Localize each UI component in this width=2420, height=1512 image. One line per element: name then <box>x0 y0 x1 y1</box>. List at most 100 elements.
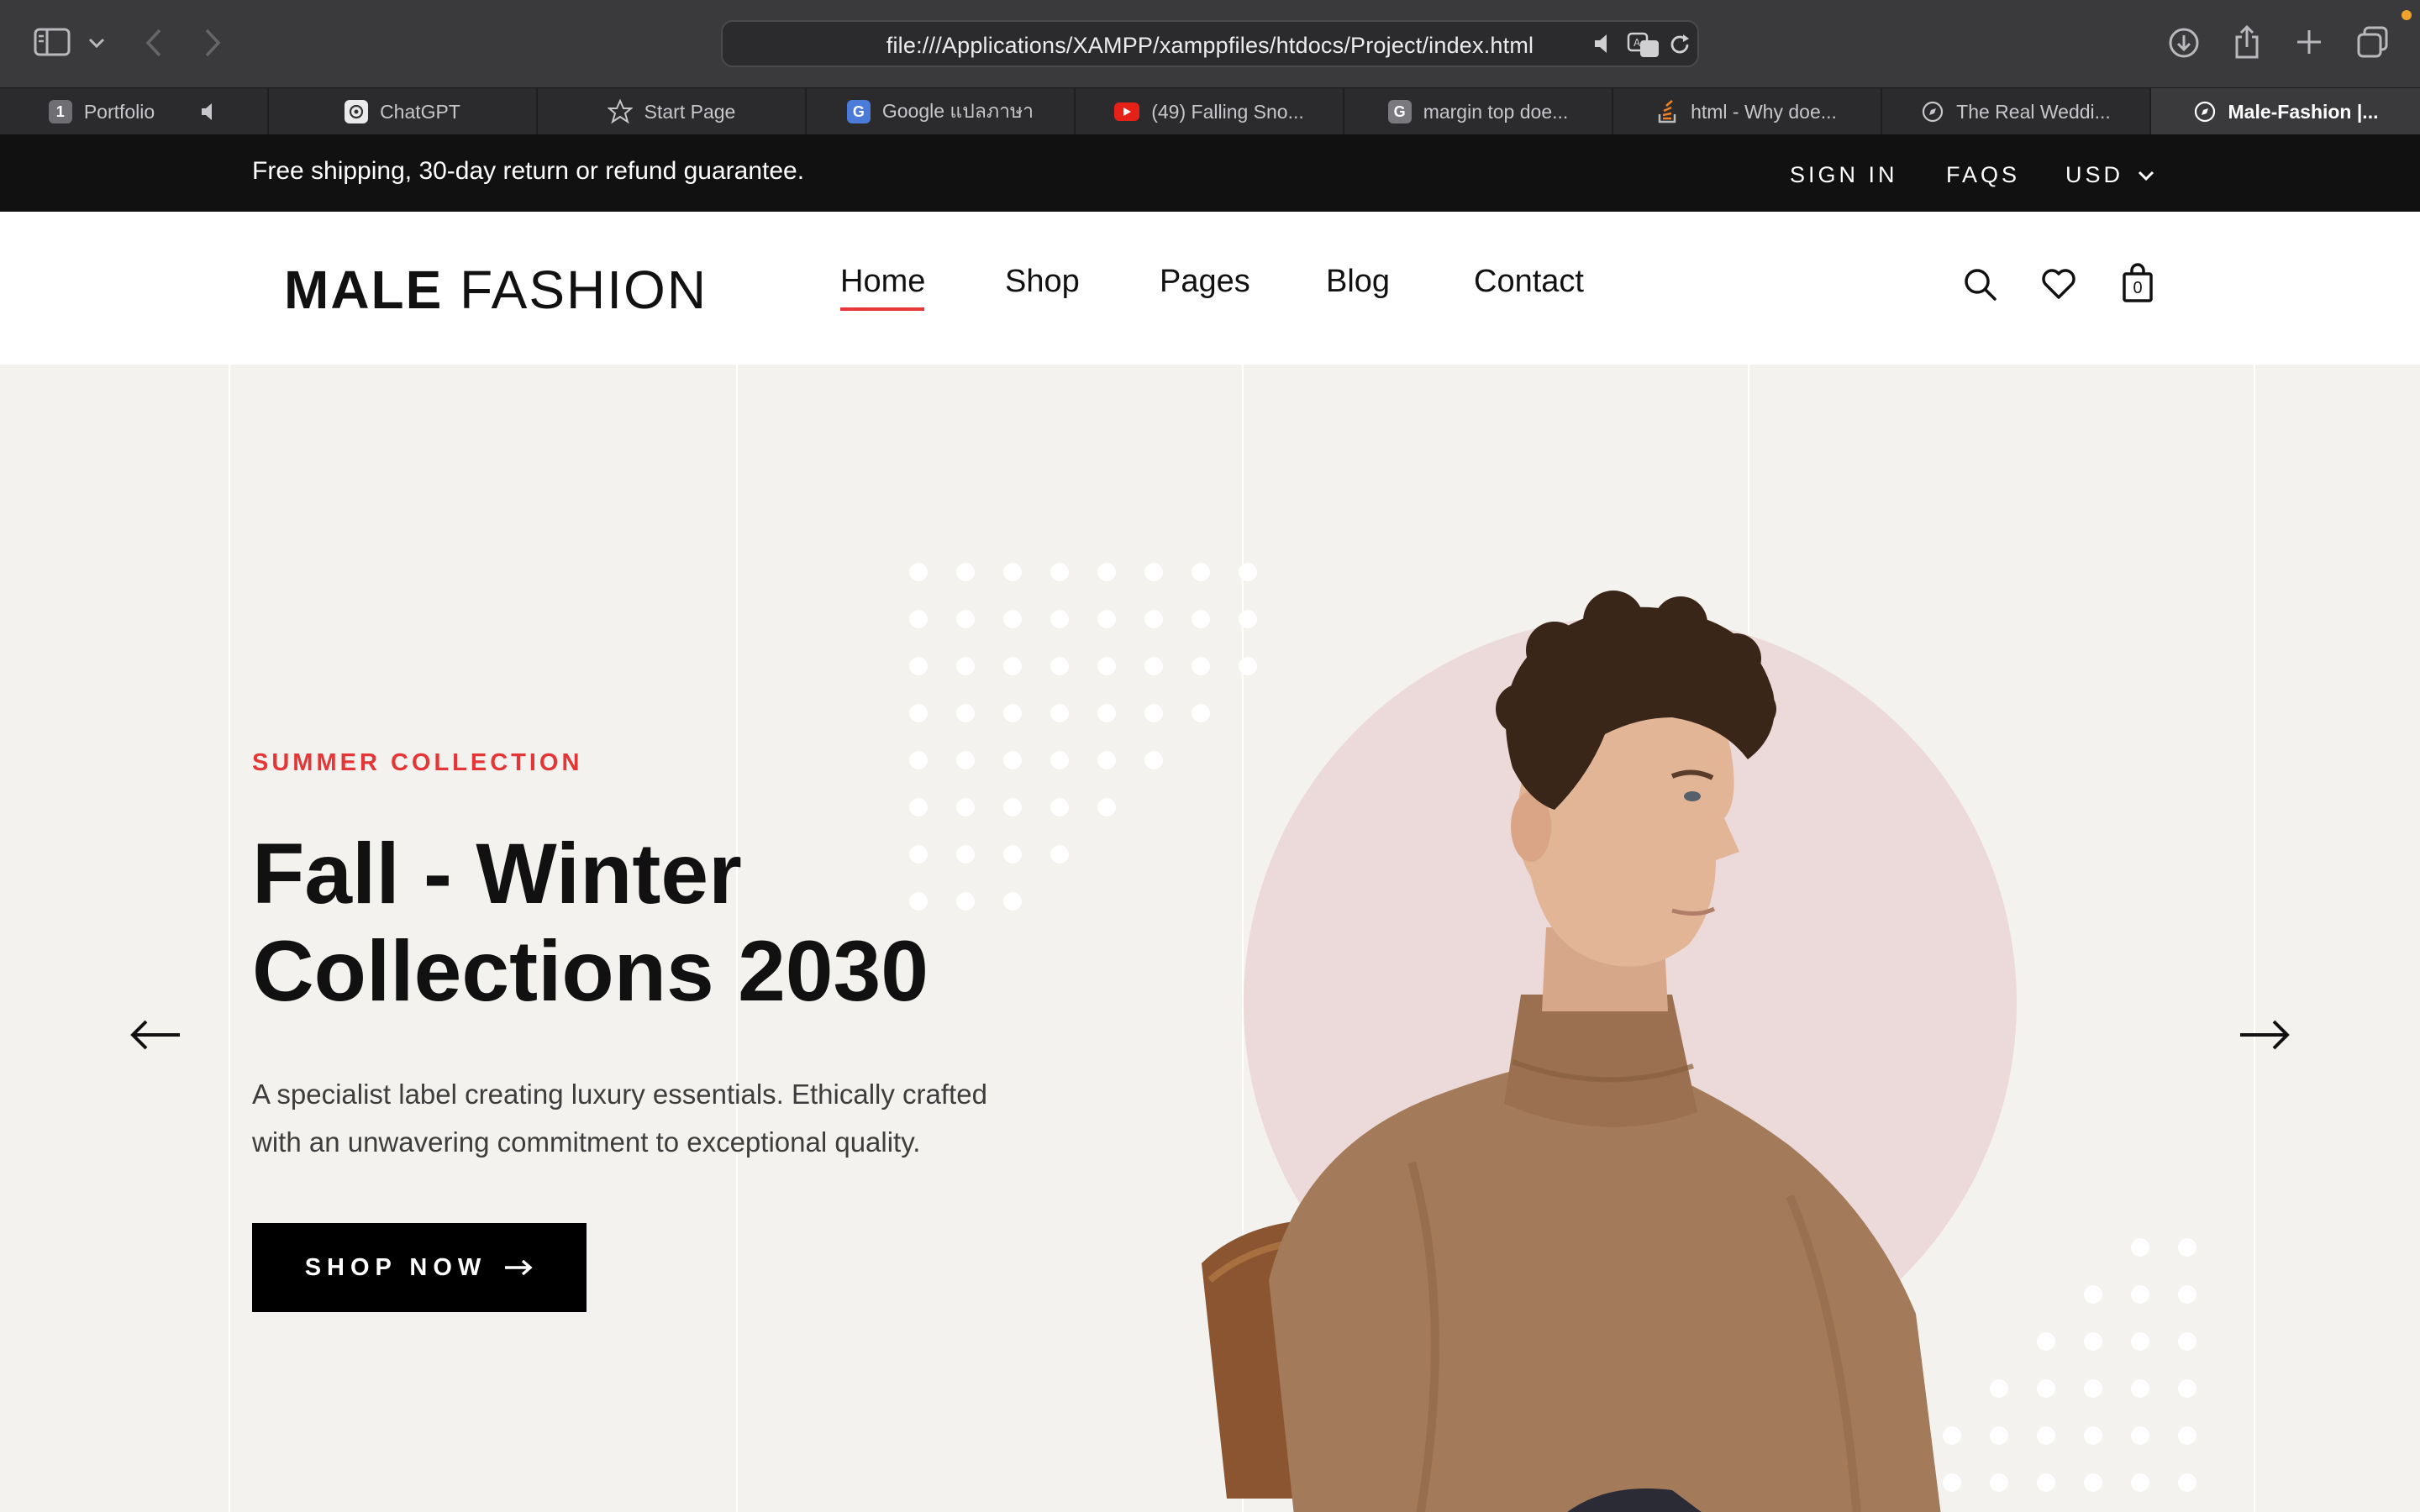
chevron-down-icon[interactable] <box>87 37 106 49</box>
tab-youtube[interactable]: (49) Falling Sno... <box>1076 88 1344 135</box>
decorative-dot <box>1003 610 1022 628</box>
tab-chatgpt[interactable]: ChatGPT <box>269 88 538 135</box>
tab-portfolio[interactable]: 1 Portfolio <box>0 88 269 135</box>
decorative-dot <box>1003 751 1022 769</box>
tab-strip: 1 Portfolio ChatGPT Start Page G Google … <box>0 87 2420 135</box>
shipping-message: Free shipping, 30-day return or refund g… <box>252 157 805 185</box>
hero-title-line-2: Collections 2030 <box>252 923 929 1019</box>
decorative-dot <box>1050 657 1069 675</box>
youtube-favicon-icon <box>1114 102 1140 121</box>
decorative-dot <box>909 798 928 816</box>
decorative-dot <box>2084 1285 2102 1304</box>
tab-start-page[interactable]: Start Page <box>538 88 807 135</box>
compass-icon <box>1923 101 1944 123</box>
tab-label: Male-Fashion |... <box>2228 100 2379 123</box>
cart-count: 0 <box>2133 279 2143 297</box>
chatgpt-favicon-icon <box>345 100 369 123</box>
model-image <box>1202 591 1941 1512</box>
decorative-dot <box>1144 563 1163 581</box>
decorative-dot <box>1003 563 1022 581</box>
downloads-icon[interactable] <box>2168 27 2200 59</box>
next-slide-arrow-icon[interactable] <box>2237 1018 2291 1052</box>
decorative-dot <box>1097 704 1116 722</box>
arrow-right-icon <box>505 1259 533 1276</box>
tab-stackoverflow[interactable]: html - Why doe... <box>1613 88 1882 135</box>
new-tab-icon[interactable] <box>2294 27 2324 57</box>
hero-slider: SUMMER COLLECTION Fall - Winter Collecti… <box>0 365 2420 1512</box>
decorative-dot <box>1050 751 1069 769</box>
url-text[interactable]: file:///Applications/XAMPP/xamppfiles/ht… <box>723 33 1697 59</box>
currency-label: USD <box>2065 162 2124 187</box>
tab-real-wedding[interactable]: The Real Weddi... <box>1882 88 2151 135</box>
tab-overview-icon[interactable] <box>2356 25 2390 59</box>
decorative-dot <box>1144 657 1163 675</box>
faqs-link[interactable]: FAQS <box>1946 162 2020 188</box>
decorative-dot <box>1097 657 1116 675</box>
hero-title: Fall - Winter Collections 2030 <box>252 825 1008 1020</box>
speaker-icon[interactable] <box>1593 32 1613 55</box>
forward-icon[interactable] <box>202 27 224 59</box>
decorative-dot <box>2084 1426 2102 1445</box>
site-header: MALE FASHION Home Shop Pages Blog Contac… <box>0 212 2420 365</box>
decorative-dot <box>1003 704 1022 722</box>
nav-home[interactable]: Home <box>840 264 925 300</box>
logo-light-text: FASHION <box>443 260 708 320</box>
decorative-dot <box>909 563 928 581</box>
back-icon[interactable] <box>143 27 165 59</box>
decorative-dot <box>2178 1426 2196 1445</box>
translate-icon[interactable]: A <box>1627 32 1660 59</box>
decorative-dot <box>1050 704 1069 722</box>
logo-bold-text: MALE <box>284 260 444 320</box>
sign-in-link[interactable]: SIGN IN <box>1790 162 1898 188</box>
decorative-dot <box>1097 610 1116 628</box>
decorative-dot <box>1050 563 1069 581</box>
decorative-dot <box>2131 1238 2149 1257</box>
decorative-dot <box>2131 1379 2149 1398</box>
decorative-dot <box>2178 1379 2196 1398</box>
nav-shop[interactable]: Shop <box>1005 264 1080 300</box>
search-icon[interactable] <box>1960 264 2000 304</box>
g-favicon-icon: G <box>1387 100 1412 123</box>
decorative-dot <box>1050 798 1069 816</box>
decorative-dot <box>956 751 975 769</box>
decorative-dot <box>1144 751 1163 769</box>
decorative-dot <box>909 704 928 722</box>
currency-select[interactable]: USD <box>2065 162 2155 188</box>
share-icon[interactable] <box>2232 24 2262 60</box>
address-bar[interactable]: file:///Applications/XAMPP/xamppfiles/ht… <box>721 20 1699 67</box>
nav-blog[interactable]: Blog <box>1326 264 1390 300</box>
announcement-bar: Free shipping, 30-day return or refund g… <box>0 134 2420 212</box>
grid-line <box>2254 365 2255 1512</box>
site-logo[interactable]: MALE FASHION <box>284 259 708 321</box>
grid-line <box>229 365 230 1512</box>
decorative-dot <box>956 657 975 675</box>
tab-label: html - Why doe... <box>1691 100 1837 123</box>
speaker-icon[interactable] <box>200 102 218 122</box>
decorative-dot <box>2131 1473 2149 1492</box>
active-nav-underline <box>840 307 924 311</box>
tab-google-translate[interactable]: G Google แปลภาษา <box>807 88 1076 135</box>
cart-button[interactable]: 0 <box>2118 262 2158 304</box>
sidebar-toggle-icon[interactable] <box>34 27 71 57</box>
tab-male-fashion[interactable]: Male-Fashion |... <box>2151 88 2420 135</box>
heart-icon[interactable] <box>2039 264 2079 304</box>
reload-icon[interactable] <box>1667 32 1692 57</box>
decorative-dot <box>909 657 928 675</box>
decorative-dot <box>956 610 975 628</box>
tab-label: Portfolio <box>83 100 155 123</box>
decorative-dot <box>2084 1332 2102 1351</box>
tab-margin-top[interactable]: G margin top doe... <box>1344 88 1613 135</box>
shop-now-button[interactable]: SHOP NOW <box>252 1223 587 1312</box>
shop-now-label: SHOP NOW <box>304 1253 487 1281</box>
stackoverflow-favicon-icon <box>1658 100 1676 123</box>
decorative-dot <box>2178 1473 2196 1492</box>
nav-pages[interactable]: Pages <box>1160 264 1250 300</box>
nav-contact[interactable]: Contact <box>1474 264 1584 300</box>
decorative-dot <box>1097 563 1116 581</box>
chevron-down-icon <box>2138 171 2154 181</box>
tab-label: The Real Weddi... <box>1956 100 2111 123</box>
decorative-dot <box>909 751 928 769</box>
previous-slide-arrow-icon[interactable] <box>129 1018 183 1052</box>
tab-label: ChatGPT <box>380 100 460 123</box>
portfolio-favicon-icon: 1 <box>48 100 72 123</box>
